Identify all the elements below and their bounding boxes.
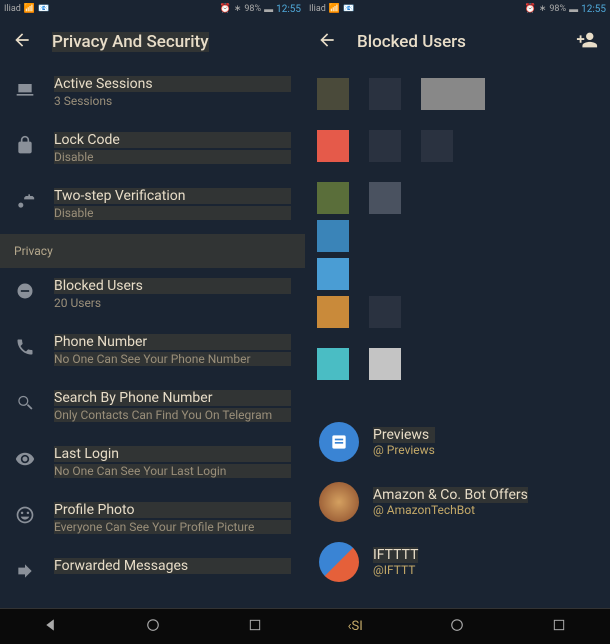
blocked-user-row[interactable]: Amazon & Co. Bot Offers @ AmazonTechBot xyxy=(305,472,610,532)
item-title: Phone Number xyxy=(54,334,291,350)
last-login-item[interactable]: Last Login No One Can See Your Last Logi… xyxy=(0,436,305,492)
item-sub: Disable xyxy=(54,206,291,220)
item-title: Search By Phone Number xyxy=(54,390,291,406)
privacy-security-panel: Privacy And Security Active Sessions 3 S… xyxy=(0,18,305,608)
item-title: Profile Photo xyxy=(54,502,291,518)
user-name: Amazon & Co. Bot Offers xyxy=(373,487,528,503)
avatar-box[interactable] xyxy=(317,220,349,252)
item-title: Forwarded Messages xyxy=(54,558,291,574)
eye-icon xyxy=(14,446,36,469)
header: Blocked Users xyxy=(305,18,610,66)
battery-label: 98% xyxy=(244,4,261,14)
carrier-label: Iliad xyxy=(309,4,326,14)
phone-number-item[interactable]: Phone Number No One Can See Your Phone N… xyxy=(0,324,305,380)
avatar-box[interactable] xyxy=(317,182,349,214)
avatar-box[interactable] xyxy=(421,130,453,162)
item-sub: Everyone Can See Your Profile Picture xyxy=(54,520,291,534)
avatar-box[interactable] xyxy=(421,78,485,110)
alarm-icon: ⏰ xyxy=(525,4,536,14)
item-sub: No One Can See Your Last Login xyxy=(54,464,291,478)
item-sub: Only Contacts Can Find You On Telegram xyxy=(54,408,291,422)
avatar xyxy=(319,422,359,462)
item-sub: No One Can See Your Phone Number xyxy=(54,352,291,366)
avatar xyxy=(319,482,359,522)
status-bar: Iliad 📶 📧 ⏰ ∗ 98% ▬ 12:55 Iliad 📶 📧 ⏰ ∗ … xyxy=(0,0,610,18)
active-sessions-item[interactable]: Active Sessions 3 Sessions xyxy=(0,66,305,122)
nav-recent-icon[interactable] xyxy=(247,617,263,637)
item-sub: Disable xyxy=(54,150,291,164)
header: Privacy And Security xyxy=(0,18,305,66)
signal-icon: 📶 xyxy=(24,4,35,14)
user-handle: @ Previews xyxy=(373,443,435,457)
item-title: Blocked Users xyxy=(54,278,291,294)
item-title: Lock Code xyxy=(54,132,291,148)
clock: 12:55 xyxy=(276,4,301,15)
privacy-section-header: Privacy xyxy=(0,234,305,268)
two-step-item[interactable]: Two-step Verification Disable xyxy=(0,178,305,234)
signal-icon: 📶 xyxy=(329,4,340,14)
search-icon xyxy=(14,390,36,413)
devices-icon xyxy=(14,76,36,99)
search-phone-item[interactable]: Search By Phone Number Only Contacts Can… xyxy=(0,380,305,436)
battery-label: 98% xyxy=(549,4,566,14)
avatar-box[interactable] xyxy=(369,78,401,110)
battery-icon: ▬ xyxy=(264,4,273,15)
user-handle: @ AmazonTechBot xyxy=(373,503,528,517)
carrier-label: Iliad xyxy=(4,4,21,14)
blocked-users-item[interactable]: Blocked Users 20 Users xyxy=(0,268,305,324)
forward-icon xyxy=(14,558,36,581)
avatar-box[interactable] xyxy=(317,78,349,110)
nav-home-icon[interactable] xyxy=(448,616,466,638)
item-title: Active Sessions xyxy=(54,76,291,92)
battery-icon: ▬ xyxy=(569,4,578,15)
forwarded-messages-item[interactable]: Forwarded Messages xyxy=(0,548,305,604)
smiley-icon xyxy=(14,502,36,525)
user-name: IFTTTT xyxy=(373,547,418,563)
add-user-icon[interactable] xyxy=(576,29,598,55)
bt-icon: ∗ xyxy=(539,4,547,14)
blocked-avatar-grid xyxy=(305,66,610,412)
minus-circle-icon xyxy=(14,278,36,301)
blocked-user-row[interactable]: IFTTTT @IFTTT xyxy=(305,532,610,592)
blocked-user-row[interactable]: Previews @ Previews xyxy=(305,412,610,472)
avatar-box[interactable] xyxy=(369,348,401,380)
nav-back-icon[interactable] xyxy=(42,616,60,638)
user-handle: @IFTTT xyxy=(373,563,418,577)
avatar-box[interactable] xyxy=(369,182,401,214)
item-sub: 20 Users xyxy=(54,296,291,310)
item-sub: 3 Sessions xyxy=(54,94,291,108)
avatar-box[interactable] xyxy=(317,130,349,162)
profile-photo-item[interactable]: Profile Photo Everyone Can See Your Prof… xyxy=(0,492,305,548)
nav-bar: ‹SI xyxy=(0,608,610,644)
page-title: Blocked Users xyxy=(357,32,466,52)
page-title: Privacy And Security xyxy=(52,32,209,52)
nav-home-icon[interactable] xyxy=(144,616,162,638)
user-name: Previews xyxy=(373,427,435,443)
wifi-icon: 📧 xyxy=(38,4,49,14)
avatar-box[interactable] xyxy=(317,258,349,290)
phone-icon xyxy=(14,334,36,357)
avatar xyxy=(319,542,359,582)
item-title: Last Login xyxy=(54,446,291,462)
lock-code-item[interactable]: Lock Code Disable xyxy=(0,122,305,178)
bt-icon: ∗ xyxy=(234,4,242,14)
key-icon xyxy=(14,188,36,211)
avatar-box[interactable] xyxy=(369,296,401,328)
nav-back-icon[interactable]: ‹SI xyxy=(348,619,363,634)
lock-icon xyxy=(14,132,36,155)
back-icon[interactable] xyxy=(317,30,337,54)
avatar-box[interactable] xyxy=(317,348,349,380)
avatar-box[interactable] xyxy=(369,130,401,162)
avatar-box[interactable] xyxy=(317,296,349,328)
wifi-icon: 📧 xyxy=(343,4,354,14)
back-icon[interactable] xyxy=(12,30,32,54)
alarm-icon: ⏰ xyxy=(220,4,231,14)
clock: 12:55 xyxy=(581,4,606,15)
item-title: Two-step Verification xyxy=(54,188,291,204)
blocked-users-panel: Blocked Users xyxy=(305,18,610,608)
nav-recent-icon[interactable] xyxy=(551,617,567,637)
